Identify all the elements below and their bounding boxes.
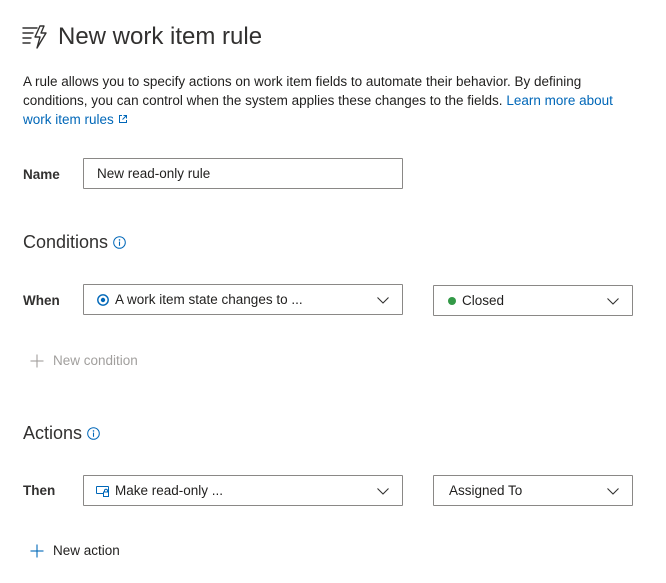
external-link-icon (118, 115, 127, 123)
radio-target-icon (97, 293, 109, 306)
description-text: A rule allows you to specify actions on … (23, 74, 582, 108)
page-title: New work item rule (58, 23, 263, 50)
then-label: Then (23, 483, 56, 498)
rule-description: A rule allows you to specify actions on … (23, 72, 623, 129)
chevron-down-icon (377, 296, 389, 304)
condition-dropdown[interactable]: A work item state changes to ... (83, 284, 403, 315)
rule-name-input[interactable] (83, 158, 403, 189)
when-label: When (23, 293, 60, 308)
new-condition-button[interactable]: New condition (30, 352, 138, 370)
chevron-down-icon (607, 297, 619, 305)
info-icon[interactable] (113, 236, 126, 249)
plus-icon (30, 354, 44, 368)
state-color-dot (448, 296, 456, 305)
condition-value: A work item state changes to ... (115, 292, 303, 307)
action-value: Make read-only ... (115, 483, 224, 498)
info-icon[interactable] (87, 427, 100, 440)
conditions-title: Conditions (23, 232, 109, 252)
name-label: Name (23, 167, 60, 182)
chevron-down-icon (607, 487, 619, 495)
field-dropdown[interactable]: Assigned To (433, 475, 633, 506)
new-action-button[interactable]: New action (30, 542, 120, 560)
chevron-down-icon (377, 487, 389, 495)
read-only-field-icon (96, 485, 109, 497)
conditions-heading: Conditions (23, 230, 126, 254)
actions-title: Actions (23, 423, 83, 443)
work-item-rule-icon (22, 25, 47, 49)
state-value: Closed (462, 293, 505, 308)
actions-heading: Actions (23, 421, 100, 445)
state-dropdown[interactable]: Closed (433, 285, 633, 316)
plus-icon (30, 544, 44, 558)
new-condition-label: New condition (53, 353, 138, 368)
field-value: Assigned To (449, 483, 523, 498)
action-dropdown[interactable]: Make read-only ... (83, 475, 403, 506)
new-action-label: New action (53, 543, 120, 558)
